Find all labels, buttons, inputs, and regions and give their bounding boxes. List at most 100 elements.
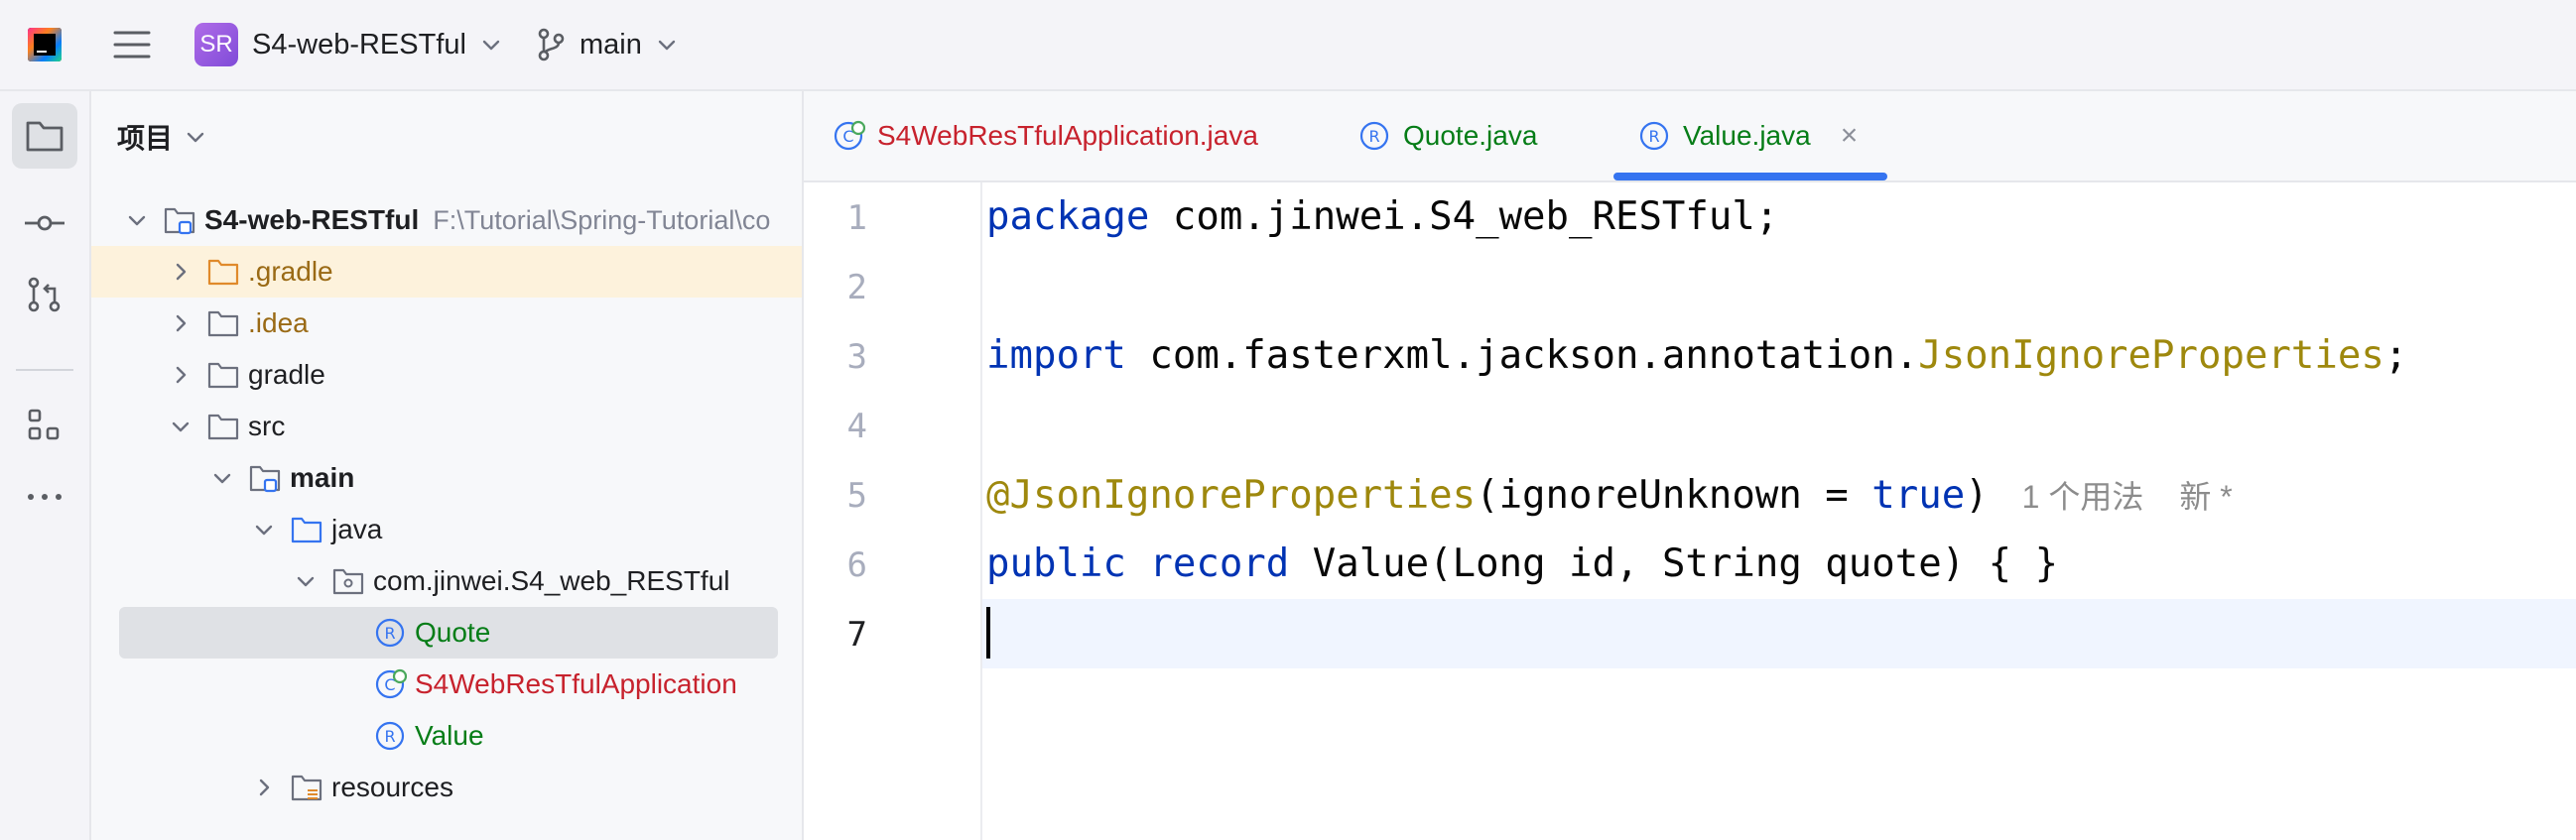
project-switcher[interactable]: SR S4-web-RESTful <box>194 20 502 69</box>
code-line-5: @JsonIgnoreProperties(ignoreUnknown = tr… <box>986 472 2233 518</box>
svg-text:R: R <box>384 727 395 746</box>
record-icon: R <box>375 618 405 648</box>
panel-title: 项目 <box>117 123 174 154</box>
code-text: com.jinwei.S4_web_RESTful; <box>1149 194 1779 239</box>
project-panel: 项目 S4-web-RESTful F:\Tutorial\Spring-Tut… <box>91 91 804 840</box>
chevron-right-icon[interactable] <box>169 260 193 284</box>
chevron-down-icon[interactable] <box>125 208 149 232</box>
chevron-down-icon <box>658 40 676 51</box>
chevron-down-icon[interactable] <box>252 518 276 541</box>
git-branch-icon <box>538 28 565 61</box>
line-number: 5 <box>846 476 867 516</box>
code-keyword: record <box>1149 541 1290 586</box>
resources-folder-icon <box>291 775 322 801</box>
tree-label: .gradle <box>248 256 333 287</box>
main-menu-icon[interactable] <box>111 24 153 65</box>
spring-boot-class-icon: C <box>834 120 865 151</box>
tree-item-main[interactable]: main <box>91 452 802 504</box>
folder-icon[interactable] <box>12 103 77 169</box>
tree-item-package[interactable]: com.jinwei.S4_web_RESTful <box>91 555 802 607</box>
tree-label: com.jinwei.S4_web_RESTful <box>373 565 730 596</box>
tree-label: Value <box>415 720 484 751</box>
folder-icon <box>207 414 239 440</box>
project-path: F:\Tutorial\Spring-Tutorial\co <box>433 204 771 235</box>
chevron-down-icon <box>187 132 204 143</box>
line-number: 3 <box>846 337 867 377</box>
code-line-6: public record Value(Long id, String quot… <box>986 541 2058 586</box>
code-keyword: package <box>986 194 1150 239</box>
chevron-down-icon[interactable] <box>294 569 318 593</box>
code-text: (ignoreUnknown = <box>1476 473 1872 518</box>
record-icon: R <box>1359 121 1389 151</box>
current-line-highlight <box>982 599 2576 668</box>
tab-label: Value.java <box>1683 120 1811 151</box>
line-number: 7 <box>846 615 867 655</box>
code-text: Value(Long id, String quote) { } <box>1289 541 2059 586</box>
project-panel-header[interactable]: 项目 <box>117 117 206 157</box>
chevron-right-icon[interactable] <box>169 363 193 387</box>
code-text: com.fasterxml.jackson.annotation. <box>1125 333 1919 378</box>
intellij-logo-icon[interactable] <box>28 28 62 61</box>
line-number: 6 <box>846 545 867 585</box>
structure-icon[interactable] <box>12 393 77 458</box>
tree-label: src <box>248 411 286 441</box>
tree-label: S4WebResTfulApplication <box>415 668 737 699</box>
folder-icon <box>207 259 239 286</box>
chevron-down-icon <box>482 40 500 51</box>
tab-quote[interactable]: R Quote.java <box>1357 91 1537 180</box>
chevron-right-icon[interactable] <box>252 776 276 799</box>
tree-item-src[interactable]: src <box>91 401 802 452</box>
tool-window-bar <box>0 91 91 840</box>
code-annotation-class: JsonIgnoreProperties <box>1918 333 2384 378</box>
branch-switcher[interactable]: main <box>536 20 678 69</box>
tree-label: resources <box>331 772 453 802</box>
project-avatar: SR <box>194 23 238 66</box>
commit-icon[interactable] <box>12 190 77 256</box>
tree-item-value[interactable]: R Value <box>91 710 802 762</box>
toolbar-divider <box>16 369 73 371</box>
package-icon <box>332 568 364 595</box>
tree-item-gradle-cache[interactable]: .gradle <box>91 246 802 298</box>
tab-label: S4WebResTfulApplication.java <box>877 120 1258 151</box>
spring-boot-class-icon: C <box>375 668 407 699</box>
title-bar: SR S4-web-RESTful main <box>0 0 2576 91</box>
tab-s4webrestfulapplication[interactable]: C S4WebResTfulApplication.java <box>832 91 1258 180</box>
tree-label: S4-web-RESTful <box>204 204 420 235</box>
source-folder-icon <box>291 517 322 543</box>
svg-text:R: R <box>1368 127 1379 146</box>
code-editor[interactable]: 1 2 3 4 5 6 7 package com.jinwei.S4_web_… <box>804 182 2576 840</box>
tree-label: main <box>290 462 355 493</box>
module-folder-icon <box>164 207 195 235</box>
line-number: 1 <box>846 198 867 238</box>
module-folder-icon <box>249 465 281 493</box>
tab-value[interactable]: R Value.java × <box>1637 91 1858 180</box>
pull-request-icon[interactable] <box>12 262 77 327</box>
tree-label: gradle <box>248 359 325 390</box>
tree-item-project-root[interactable]: S4-web-RESTful F:\Tutorial\Spring-Tutori… <box>91 194 802 246</box>
tree-item-resources[interactable]: resources <box>91 762 802 813</box>
usages-inlay-hint[interactable]: 1 个用法 <box>2022 479 2144 515</box>
line-number: 2 <box>846 268 867 307</box>
chevron-down-icon[interactable] <box>210 466 234 490</box>
tree-item-application[interactable]: C S4WebResTfulApplication <box>91 659 802 710</box>
author-inlay-hint[interactable]: 新 * <box>2179 479 2232 515</box>
tree-item-idea[interactable]: .idea <box>91 298 802 349</box>
tree-label: .idea <box>248 307 309 338</box>
line-number-gutter: 1 2 3 4 5 6 7 <box>804 182 982 840</box>
chevron-down-icon[interactable] <box>169 415 193 438</box>
tab-label: Quote.java <box>1403 120 1538 151</box>
tree-item-gradle[interactable]: gradle <box>91 349 802 401</box>
code-keyword: import <box>986 333 1126 378</box>
project-name: S4-web-RESTful <box>252 28 466 60</box>
tree-item-java[interactable]: java <box>91 504 802 555</box>
tree-label: java <box>331 514 383 544</box>
chevron-right-icon[interactable] <box>169 311 193 335</box>
tree-item-quote[interactable]: R Quote <box>91 607 802 659</box>
text-caret <box>986 607 990 659</box>
more-icon[interactable] <box>12 464 77 530</box>
code-line-1: package com.jinwei.S4_web_RESTful; <box>986 194 1778 239</box>
editor-tab-bar: C S4WebResTfulApplication.java R Quote.j… <box>804 91 2576 182</box>
active-tab-indicator <box>1613 173 1887 180</box>
close-tab-icon[interactable]: × <box>1841 119 1859 153</box>
folder-icon <box>207 310 239 337</box>
